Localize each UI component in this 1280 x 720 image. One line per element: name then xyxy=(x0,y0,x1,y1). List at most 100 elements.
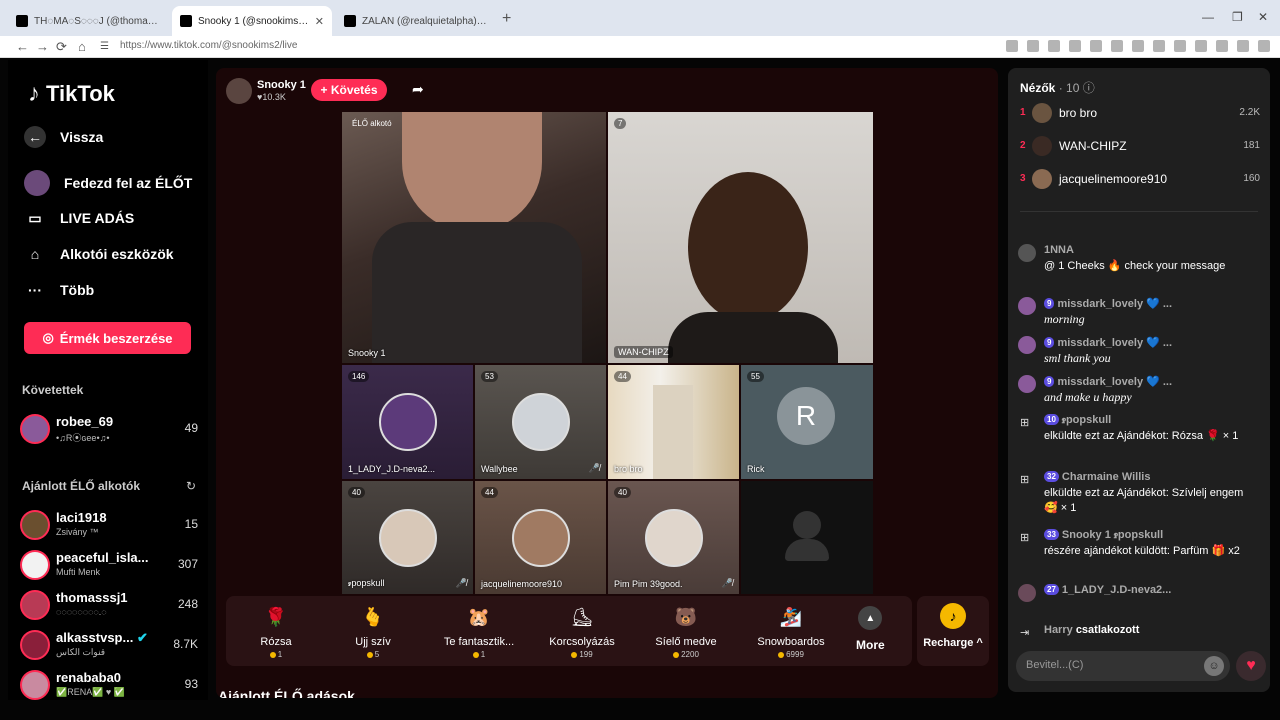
video-tile-guest[interactable]: 7 WAN-CHIPZ xyxy=(608,112,873,363)
host-avatar[interactable] xyxy=(226,78,252,104)
guest-avatar xyxy=(645,509,703,567)
minimize-icon[interactable]: — xyxy=(1202,10,1214,24)
tile-label: jacquelinemoore910 xyxy=(481,579,563,589)
like-heart-button[interactable]: ♥ xyxy=(1236,651,1266,681)
maximize-icon[interactable]: ❐ xyxy=(1232,10,1243,24)
recommended-lives-title: Ajánlott ÉLŐ adások xyxy=(218,688,355,698)
more-gifts-button[interactable]: ▲ More xyxy=(856,606,885,652)
extension-icon[interactable] xyxy=(1048,40,1060,52)
top-viewer[interactable]: 3 jacquelinemoore910 160 xyxy=(1020,169,1260,191)
top-viewer[interactable]: 1 bro bro 2.2K xyxy=(1020,103,1260,125)
extension-icon[interactable] xyxy=(1153,40,1165,52)
extension-icon[interactable] xyxy=(1237,40,1249,52)
chat-user[interactable]: 9 missdark_lovely 💙 ... xyxy=(1044,297,1172,310)
suggested-creator[interactable]: renababa0 ✅RENA✅ ♥ ✅ 93 xyxy=(20,668,198,702)
creator-subtitle: ✅RENA✅ ♥ ✅ xyxy=(56,687,125,697)
share-icon[interactable]: ➦ xyxy=(412,81,424,98)
video-tile-guest[interactable]: 44 bro bro xyxy=(608,365,739,479)
video-tile-empty[interactable] xyxy=(741,481,873,594)
menu-icon[interactable] xyxy=(1258,40,1270,52)
chat-user[interactable]: 9 missdark_lovely 💙 ... xyxy=(1044,375,1172,388)
video-tile-guest[interactable]: R 55 Rick xyxy=(741,365,873,479)
browser-tab-2[interactable]: Snooky 1 (@snookims2) ÉLŐ ✕ xyxy=(172,6,332,36)
top-viewer[interactable]: 2 WAN-CHIPZ 181 xyxy=(1020,136,1260,158)
browser-tab-1[interactable]: TH◌MA◌S◌◌◌J (@thomass... xyxy=(8,6,170,36)
extension-icon[interactable] xyxy=(1216,40,1228,52)
new-tab-button[interactable]: + xyxy=(502,10,511,28)
viewers-header[interactable]: Nézők · 10 ⓘ xyxy=(1020,79,1095,96)
chat-user[interactable]: 27 1_LADY_J.D-neva2... xyxy=(1044,584,1171,596)
home-icon[interactable]: ⌂ xyxy=(78,39,86,54)
host-likes: ♥10.3K xyxy=(257,92,286,102)
extension-icon[interactable] xyxy=(1111,40,1123,52)
following-creator[interactable]: robee_69 •♫R⦿ɢee•♫• 49 xyxy=(20,412,198,446)
url-field[interactable]: https://www.tiktok.com/@snookims2/live xyxy=(120,40,297,51)
extension-icon[interactable] xyxy=(1069,40,1081,52)
extension-icon[interactable] xyxy=(1174,40,1186,52)
get-coins-label: Érmék beszerzése xyxy=(59,330,173,346)
join-icon: ⇥ xyxy=(1020,627,1030,639)
sidebar-item-live[interactable]: ▭ LIVE ADÁS xyxy=(24,207,134,229)
close-tab-icon[interactable]: ✕ xyxy=(315,15,324,28)
extension-icon[interactable] xyxy=(1195,40,1207,52)
gift-item[interactable]: 🐹 Te fantasztik... 1 xyxy=(429,602,529,660)
suggested-creator[interactable]: peaceful_isla... Mufti Menk 307 xyxy=(20,548,198,582)
chat-user[interactable]: 1NNA xyxy=(1044,244,1074,256)
video-tile-guest[interactable]: 40 Pim Pim 39good. 🎤̸ xyxy=(608,481,739,594)
viewer-count: 8.7K xyxy=(173,637,198,651)
gift-item[interactable]: 🐻 Síelő medve 2200 xyxy=(636,602,736,660)
extension-icon[interactable] xyxy=(1006,40,1018,52)
recharge-button[interactable]: ♪ Recharge ^ xyxy=(917,596,989,666)
gift-item[interactable]: ⛸ Korcsolyázás 199 xyxy=(532,602,632,660)
tile-label: Wallybee xyxy=(481,464,518,474)
suggested-creator[interactable]: thomasssj1 ◌◌◌◌◌◌◌◌.◌ 248 xyxy=(20,588,198,622)
tile-label: Rick xyxy=(747,464,765,474)
emoji-icon[interactable]: ☺ xyxy=(1204,656,1224,676)
sidebar-item-more[interactable]: ··· Több xyxy=(24,279,94,301)
viewer-count: 307 xyxy=(177,557,198,571)
sidebar-item-explore-live[interactable]: Fedezd fel az ÉLŐT xyxy=(24,170,192,196)
gift-price: 1 xyxy=(226,650,326,659)
site-info-icon[interactable]: ☰ xyxy=(100,41,109,52)
browser-tab-3[interactable]: ZALÁN (@realquietalpha) ÉLŐ xyxy=(336,6,496,36)
address-bar: ← → ⟳ ⌂ ☰ https://www.tiktok.com/@snooki… xyxy=(0,36,1280,58)
back-nav-item[interactable]: ← Vissza xyxy=(24,126,103,148)
close-window-icon[interactable]: ✕ xyxy=(1258,10,1268,24)
follow-button[interactable]: + Követés xyxy=(311,79,387,101)
tiktok-logo[interactable]: ♪ TikTok xyxy=(28,80,115,108)
chat-user[interactable]: 32 Charmaine Willis xyxy=(1044,471,1150,483)
video-tile-host[interactable]: ÉLŐ alkotó Snooky 1 xyxy=(342,112,606,363)
gift-item[interactable]: 🌹 Rózsa 1 xyxy=(226,602,326,660)
video-tile-guest[interactable]: 146 1_LADY_J.D-neva2... xyxy=(342,365,473,479)
coin-icon: ◎ xyxy=(42,330,54,345)
video-tile-guest[interactable]: 40 ꭾpopskull 🎤̸ xyxy=(342,481,473,594)
extension-icon[interactable] xyxy=(1027,40,1039,52)
chat-user[interactable]: Harry csatlakozott xyxy=(1044,624,1139,636)
host-name[interactable]: Snooky 1 xyxy=(257,79,306,91)
suggested-creator[interactable]: laci1918 Zsivány ™ 15 xyxy=(20,508,198,542)
chat-message: 9 missdark_lovely 💙 ... morning xyxy=(1018,297,1260,333)
back-icon[interactable]: ← xyxy=(16,39,29,54)
avatar xyxy=(1018,336,1036,354)
chat-text: elküldte ezt az Ajándékot: Szívlelj enge… xyxy=(1044,487,1244,514)
video-tile-guest[interactable]: 53 Wallybee 🎤̸ xyxy=(475,365,606,479)
chat-user[interactable]: 10 ꭾpopskull xyxy=(1044,414,1111,427)
gift-name: Síelő medve xyxy=(655,636,717,648)
chat-input[interactable]: Bevitel...(C) ☺ xyxy=(1016,651,1230,681)
gift-name: Te fantasztik... xyxy=(443,636,515,648)
chat-user[interactable]: 9 missdark_lovely 💙 ... xyxy=(1044,336,1172,349)
extension-icon[interactable] xyxy=(1090,40,1102,52)
video-tile-guest[interactable]: 44 jacquelinemoore910 xyxy=(475,481,606,594)
help-icon[interactable]: ⓘ xyxy=(1083,81,1095,95)
gift-item[interactable]: 🫰 Ujj szív 5 xyxy=(323,602,423,660)
get-coins-button[interactable]: ◎ Érmék beszerzése xyxy=(24,322,191,354)
extension-icon[interactable] xyxy=(1132,40,1144,52)
refresh-icon[interactable]: ↻ xyxy=(186,479,196,493)
forward-icon[interactable]: → xyxy=(36,39,49,54)
chat-user[interactable]: 33 Snooky 1 ꭾpopskull xyxy=(1044,529,1163,542)
reload-icon[interactable]: ⟳ xyxy=(56,39,67,55)
sidebar-item-creator-tools[interactable]: ⌂ Alkotói eszközök xyxy=(24,243,174,265)
gift-item[interactable]: 🏂 Snowboardos 6999 xyxy=(741,602,841,660)
suggested-creator[interactable]: alkasstvsp... ✔ قنوات الكاس 8.7K xyxy=(20,628,198,662)
chat-message: 27 1_LADY_J.D-neva2... xyxy=(1018,584,1260,616)
